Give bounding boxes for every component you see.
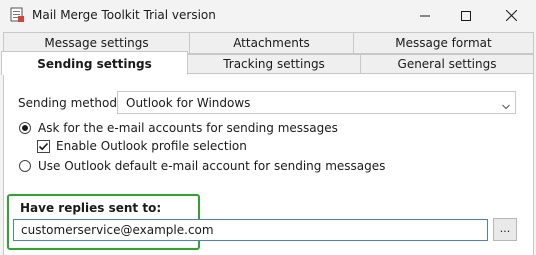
app-icon: [9, 7, 25, 23]
reply-to-value: customerservice@example.com: [21, 223, 214, 237]
tab-strip: Message settings Attachments Message for…: [0, 31, 536, 75]
minimize-button[interactable]: [403, 0, 447, 31]
checkmark-icon: [38, 142, 49, 151]
maximize-icon: [461, 10, 471, 21]
close-button[interactable]: [489, 0, 533, 31]
sending-method-select[interactable]: Outlook for Windows: [117, 91, 516, 114]
tab-attachments[interactable]: Attachments: [189, 32, 354, 54]
minimize-icon: [420, 15, 430, 16]
sending-method-value: Outlook for Windows: [126, 96, 251, 110]
ask-accounts-radio[interactable]: [19, 122, 31, 134]
browse-button[interactable]: ...: [493, 218, 517, 241]
default-account-label: Use Outlook default e-mail account for s…: [38, 159, 386, 173]
tab-tracking-settings[interactable]: Tracking settings: [187, 54, 361, 74]
default-account-radio[interactable]: [19, 160, 31, 172]
reply-to-input[interactable]: customerservice@example.com: [13, 219, 488, 241]
tab-general-settings[interactable]: General settings: [360, 54, 534, 74]
tab-sending-settings[interactable]: Sending settings: [1, 51, 188, 75]
enable-profile-label: Enable Outlook profile selection: [56, 139, 247, 153]
tab-message-format[interactable]: Message format: [353, 32, 534, 54]
maximize-button[interactable]: [444, 0, 488, 31]
replies-label: Have replies sent to:: [20, 201, 162, 215]
sending-method-label: Sending method:: [18, 96, 121, 110]
close-icon: [505, 10, 517, 21]
enable-profile-checkbox[interactable]: [37, 140, 50, 153]
chevron-down-icon: [502, 99, 510, 113]
ask-accounts-label: Ask for the e-mail accounts for sending …: [38, 121, 338, 135]
title-bar: Mail Merge Toolkit Trial version: [0, 0, 536, 31]
window-title: Mail Merge Toolkit Trial version: [32, 8, 216, 22]
